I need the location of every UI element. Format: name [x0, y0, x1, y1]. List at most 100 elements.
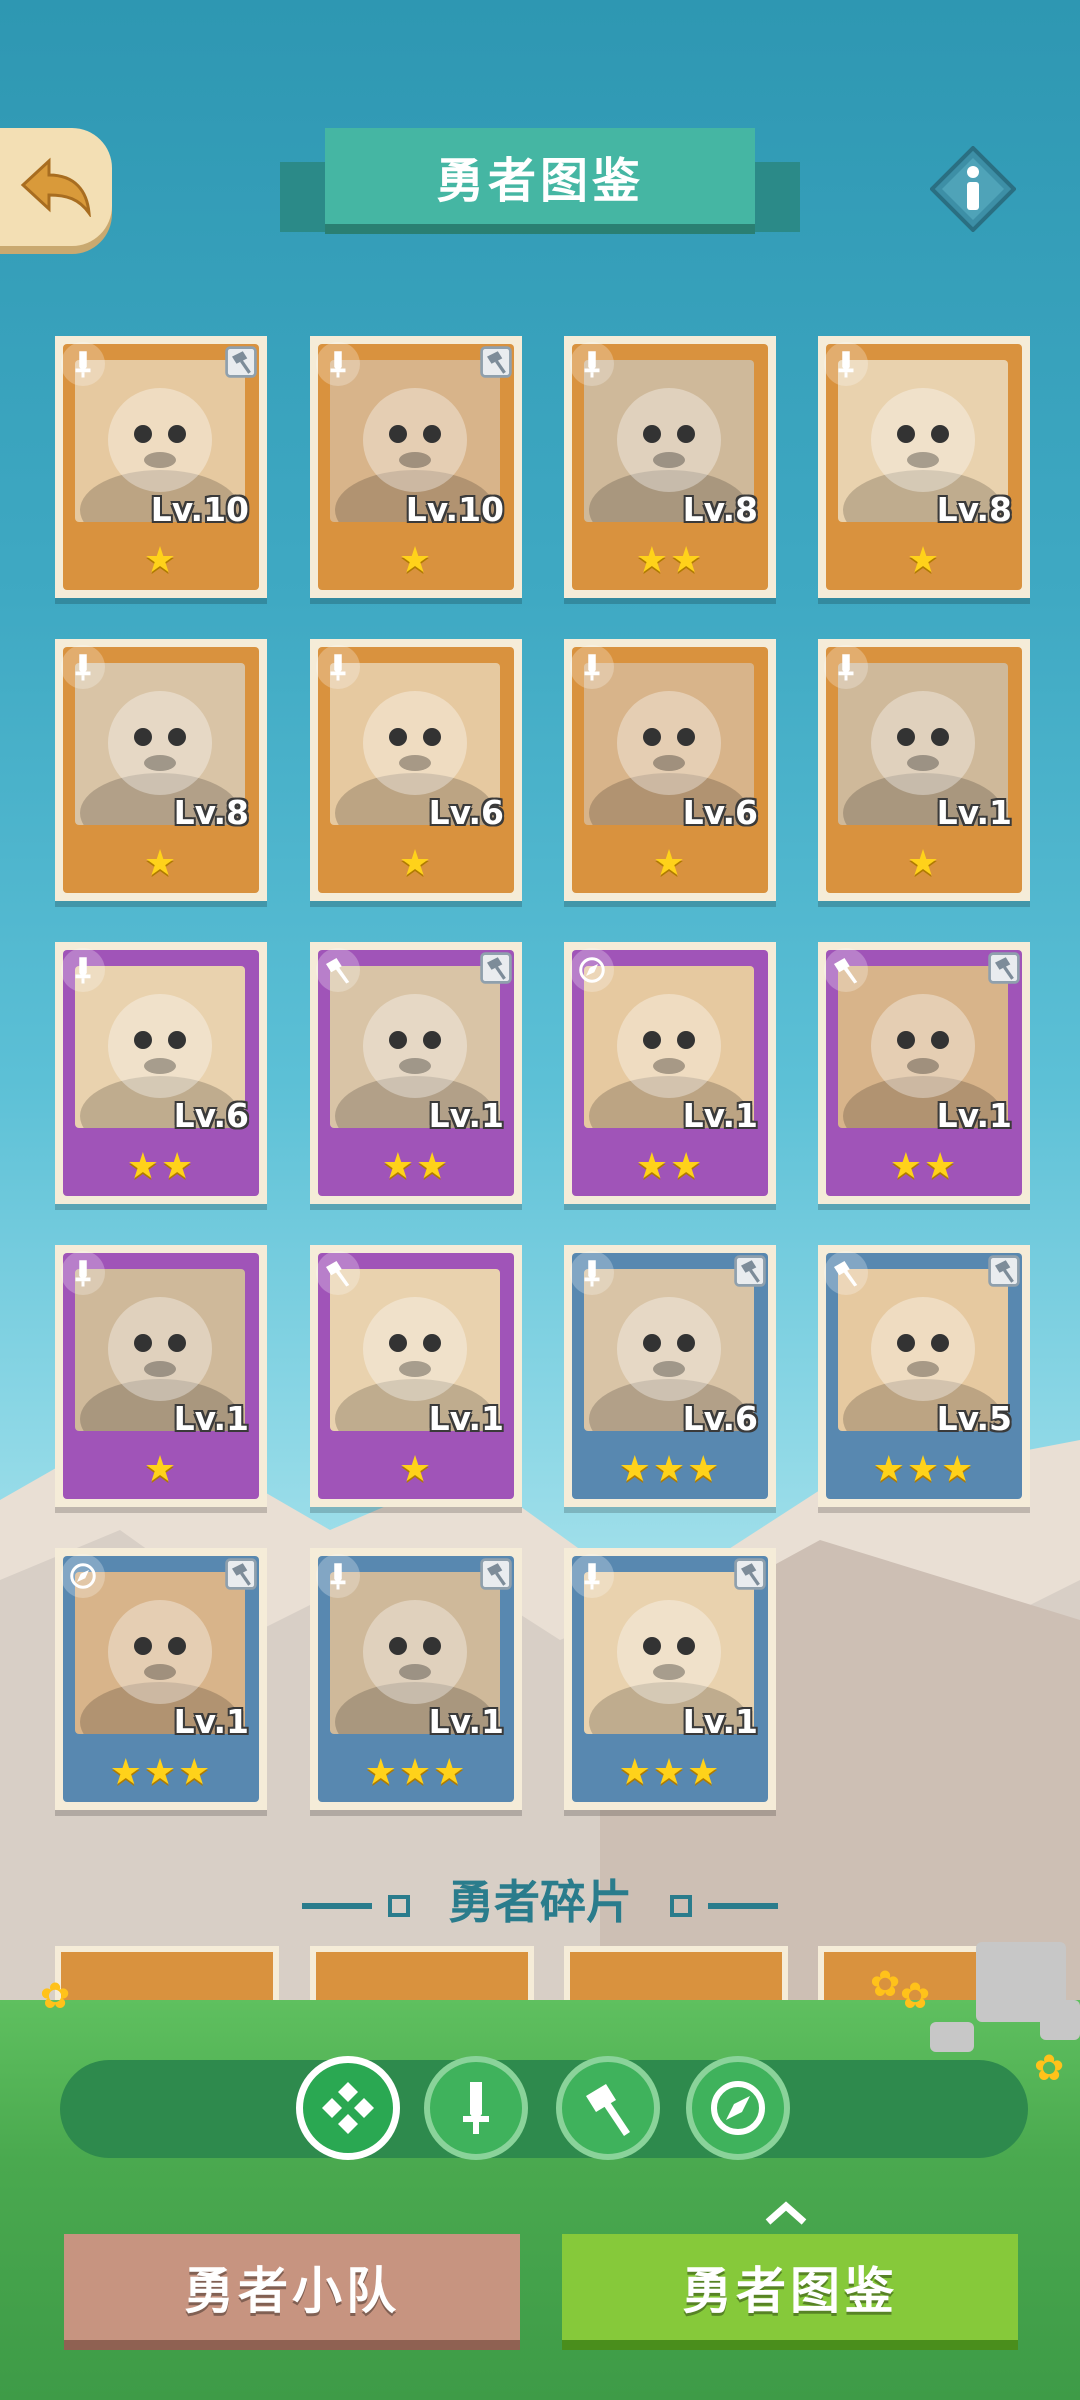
hero-star-rating: ★★ [381, 1146, 451, 1187]
page-title-banner: 勇者图鉴 [325, 128, 755, 234]
hero-card[interactable]: Lv.1 ★ [818, 639, 1030, 901]
hero-level: Lv.8 [682, 490, 758, 529]
sword-class-icon [570, 645, 614, 689]
sword-class-icon [463, 2082, 489, 2134]
hero-star-rating: ★ [143, 843, 179, 884]
hero-star-rating: ★★ [635, 540, 705, 581]
filter-all-button[interactable] [296, 2056, 400, 2160]
compass-class-icon [61, 1554, 105, 1598]
hero-star-rating: ★ [906, 540, 942, 581]
divider-square [387, 1894, 410, 1917]
hero-level: Lv.1 [682, 1096, 758, 1135]
sword-class-icon [570, 1251, 614, 1295]
hero-team-tab[interactable]: 勇者小队 [64, 2234, 520, 2350]
hero-level: Lv.8 [936, 490, 1012, 529]
hero-team-label: 勇者小队 [184, 2262, 400, 2320]
equipment-icon [984, 948, 1024, 988]
hero-star-rating: ★ [652, 843, 688, 884]
hero-atlas-tab[interactable]: 勇者图鉴 [562, 2234, 1018, 2350]
equipment-icon [476, 342, 516, 382]
hero-star-rating: ★ [398, 1449, 434, 1490]
hero-level: Lv.6 [428, 793, 504, 832]
hero-card[interactable]: Lv.1 ★★ [310, 942, 522, 1204]
hero-star-rating: ★★ [126, 1146, 196, 1187]
hero-star-rating: ★★★ [364, 1752, 468, 1793]
equipment-icon [221, 1554, 261, 1594]
hero-card[interactable]: Lv.1 ★★★ [564, 1548, 776, 1810]
hero-star-rating: ★★ [635, 1146, 705, 1187]
back-button[interactable] [0, 128, 112, 246]
sword-class-icon [570, 1554, 614, 1598]
hero-level: Lv.5 [936, 1399, 1012, 1438]
flower-decoration: ✿ [870, 1964, 901, 2005]
equipment-icon [730, 1554, 770, 1594]
sword-class-icon [824, 342, 868, 386]
hero-level: Lv.1 [173, 1702, 249, 1741]
hero-level: Lv.1 [428, 1096, 504, 1135]
sword-class-icon [61, 342, 105, 386]
hero-level: Lv.1 [682, 1702, 758, 1741]
hero-card[interactable]: Lv.10 ★ [310, 336, 522, 598]
hero-star-rating: ★ [143, 540, 179, 581]
hero-card[interactable]: Lv.6 ★ [564, 639, 776, 901]
sword-class-icon [316, 1554, 360, 1598]
chevron-up-icon [765, 2201, 807, 2225]
compass-class-icon [570, 948, 614, 992]
hero-level: Lv.1 [936, 793, 1012, 832]
equipment-icon [730, 1251, 770, 1291]
hero-card[interactable]: Lv.8 ★★ [564, 336, 776, 598]
hero-star-rating: ★★★ [618, 1752, 722, 1793]
fragments-section-title: 勇者碎片 [0, 1866, 1080, 1932]
flower-decoration: ✿ [1034, 2048, 1065, 2089]
hero-star-rating: ★★ [889, 1146, 959, 1187]
hero-card[interactable]: Lv.10 ★ [55, 336, 267, 598]
class-filter-bar [60, 2060, 1028, 2158]
info-button[interactable] [929, 145, 1017, 233]
divider-line [708, 1902, 779, 1909]
hero-level: Lv.1 [428, 1399, 504, 1438]
hero-star-rating: ★★★ [872, 1449, 976, 1490]
hero-card[interactable]: Lv.1 ★★★ [55, 1548, 267, 1810]
hero-level: Lv.6 [682, 793, 758, 832]
hammer-class-icon [316, 1251, 360, 1295]
sword-class-icon [824, 645, 868, 689]
hero-card[interactable]: Lv.6 ★★ [55, 942, 267, 1204]
hero-card[interactable]: Lv.1 ★★ [818, 942, 1030, 1204]
hero-card[interactable]: Lv.1 ★ [310, 1245, 522, 1507]
equipment-icon [984, 1251, 1024, 1291]
filter-sword-button[interactable] [424, 2056, 528, 2160]
equipment-icon [221, 342, 261, 382]
sword-class-icon [570, 342, 614, 386]
hero-level: Lv.10 [150, 490, 249, 529]
sword-class-icon [61, 1251, 105, 1295]
hero-level: Lv.1 [936, 1096, 1012, 1135]
equipment-icon [476, 948, 516, 988]
hero-card[interactable]: Lv.1 ★★ [564, 942, 776, 1204]
hammer-class-icon [586, 2084, 630, 2136]
filter-hammer-button[interactable] [556, 2056, 660, 2160]
hero-card[interactable]: Lv.1 ★ [55, 1245, 267, 1507]
divider-line [301, 1902, 372, 1909]
back-arrow-icon [20, 157, 91, 217]
hammer-class-icon [316, 948, 360, 992]
hero-card[interactable]: Lv.8 ★ [55, 639, 267, 901]
filter-compass-button[interactable] [686, 2056, 790, 2160]
hero-level: Lv.6 [173, 1096, 249, 1135]
hero-card[interactable]: Lv.1 ★★★ [310, 1548, 522, 1810]
hero-card[interactable]: Lv.5 ★★★ [818, 1245, 1030, 1507]
hero-level: Lv.1 [173, 1399, 249, 1438]
sword-class-icon [316, 645, 360, 689]
equipment-icon [476, 1554, 516, 1594]
hero-level: Lv.1 [428, 1702, 504, 1741]
sword-class-icon [316, 342, 360, 386]
hero-card[interactable]: Lv.8 ★ [818, 336, 1030, 598]
hero-card[interactable]: Lv.6 ★ [310, 639, 522, 901]
rock-decoration [930, 2022, 974, 2052]
hero-level: Lv.10 [405, 490, 504, 529]
hero-card[interactable]: Lv.6 ★★★ [564, 1245, 776, 1507]
sword-class-icon [61, 948, 105, 992]
hammer-class-icon [824, 948, 868, 992]
divider-square [670, 1894, 693, 1917]
fragments-title-text: 勇者碎片 [448, 1875, 632, 1929]
compass-class-icon [711, 2081, 765, 2135]
